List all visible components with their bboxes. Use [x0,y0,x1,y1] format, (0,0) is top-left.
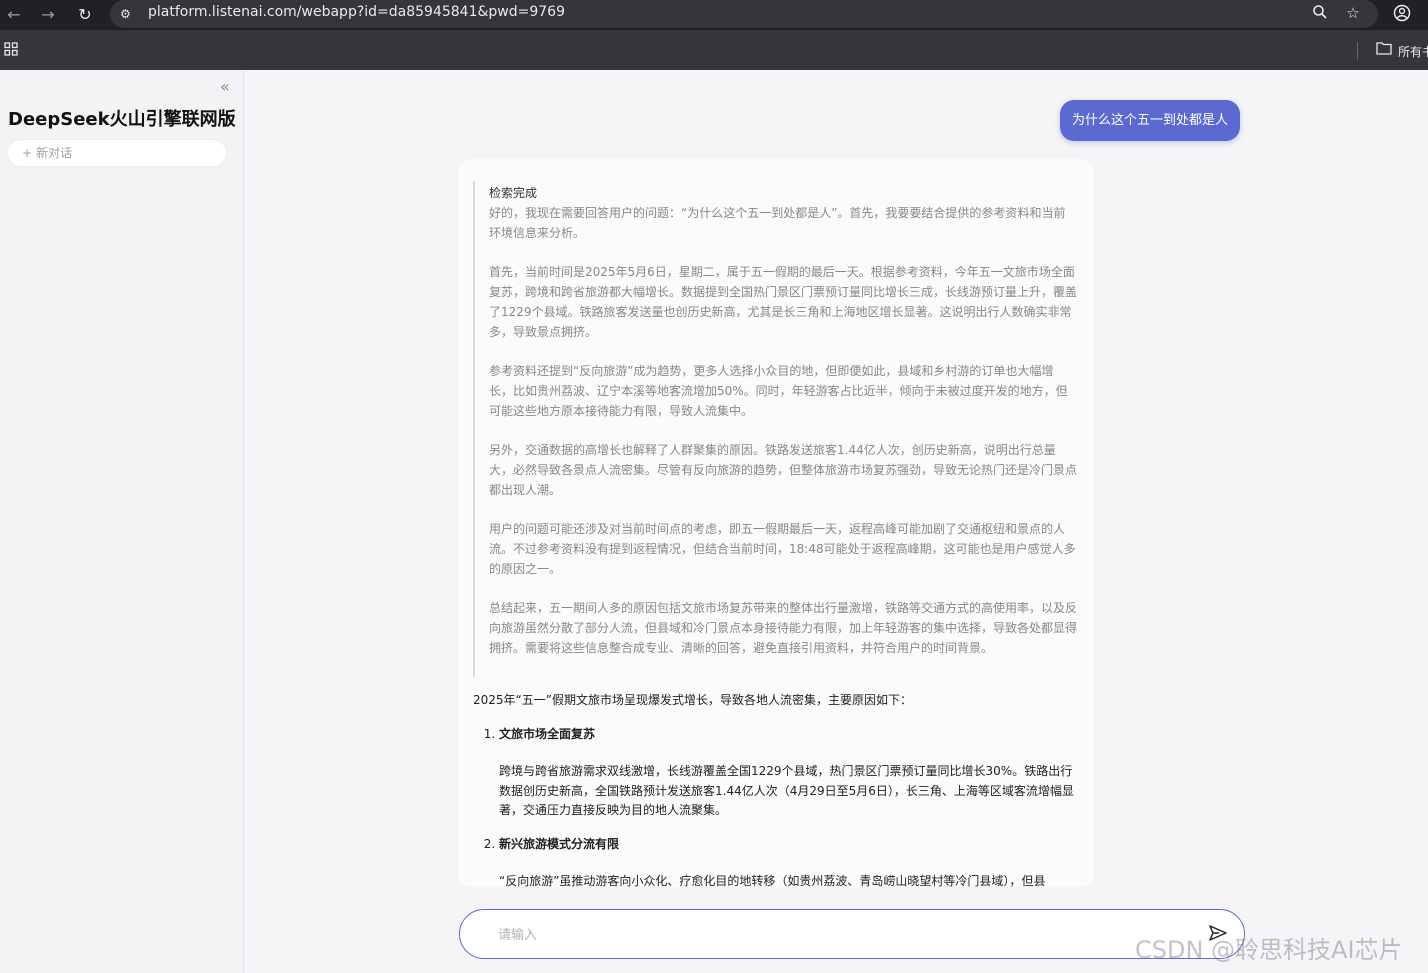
zoom-icon[interactable] [1310,4,1330,24]
thinking-paragraph: 总结起来，五一期间人多的原因包括文旅市场复苏带来的整体出行量激增，铁路等交通方式… [489,601,1078,655]
all-bookmarks-label[interactable]: 所有书 [1398,43,1428,60]
site-info-icon[interactable]: ⚙ [120,5,138,23]
answer-point: 新兴旅游模式分流有限 “反向旅游”虽推动游客向小众化、疗愈化目的地转移（如贵州荔… [499,835,1079,888]
answer-point: 文旅市场全面复苏 跨境与跨省旅游需求双线激增，长线游覆盖全国1229个县域，热门… [499,725,1079,821]
assistant-message-card: 检索完成 好的，我现在需要回答用户的问题：“为什么这个五一到处都是人”。首先，我… [459,159,1093,887]
thinking-paragraph: 用户的问题可能还涉及对当前时间点的考虑，即五一假期最后一天，返程高峰可能加剧了交… [489,522,1076,576]
collapse-sidebar-icon[interactable]: « [220,77,230,96]
answer-intro: 2025年“五一”假期文旅市场呈现爆发式增长，导致各地人流密集，主要原因如下： [473,693,912,707]
apps-grid-icon[interactable] [4,42,20,58]
browser-toolbar: ← → ↻ ⚙ platform.listenai.com/webapp?id=… [0,0,1428,30]
thinking-paragraph: 另外，交通数据的高增长也解释了人群聚集的原因。铁路发送旅客1.44亿人次，创历史… [489,443,1078,497]
profile-icon[interactable] [1392,4,1412,24]
answer-list: 文旅市场全面复苏 跨境与跨省旅游需求双线激增，长线游覆盖全国1229个县域，热门… [473,725,1079,888]
bookmarks-bar: 所有书 [0,30,1428,70]
url-text[interactable]: platform.listenai.com/webapp?id=da859458… [148,4,565,20]
folder-icon[interactable] [1376,41,1392,59]
thinking-paragraph: 参考资料还提到“反向旅游”成为趋势，更多人选择小众目的地，但即便如此，县域和乡村… [489,364,1068,418]
sidebar: « DeepSeek火山引擎联网版 + 新对话 [0,71,244,973]
new-chat-button[interactable]: + 新对话 [7,139,227,167]
chat-input[interactable] [496,922,1180,948]
answer-point-body: “反向旅游”虽推动游客向小众化、疗愈化目的地转移（如贵州荔波、青岛崂山晓望村等冷… [499,874,1046,887]
thinking-paragraph: 好的，我现在需要回答用户的问题：“为什么这个五一到处都是人”。首先，我要要结合提… [489,206,1066,240]
bookmarks-divider [1357,42,1358,60]
plus-icon: + [22,146,33,160]
user-message-bubble: 为什么这个五一到处都是人 [1060,100,1240,141]
thinking-paragraph: 首先，当前时间是2025年5月6日，星期二，属于五一假期的最后一天。根据参考资料… [489,265,1078,339]
bookmark-star-icon[interactable]: ☆ [1343,4,1363,22]
answer-point-heading: 文旅市场全面复苏 [499,726,596,741]
answer-body: 2025年“五一”假期文旅市场呈现爆发式增长，导致各地人流密集，主要原因如下： … [473,691,1079,887]
thinking-status: 检索完成 [489,186,538,200]
answer-point-heading: 新兴旅游模式分流有限 [499,836,620,851]
watermark: CSDN @聆思科技AI芯片 [1135,936,1403,964]
back-icon[interactable]: ← [2,3,26,27]
thinking-block: 检索完成 好的，我现在需要回答用户的问题：“为什么这个五一到处都是人”。首先，我… [473,181,1077,677]
app-title: DeepSeek火山引擎联网版 [8,109,236,130]
new-chat-label: 新对话 [36,146,73,160]
reload-icon[interactable]: ↻ [73,3,97,27]
chat-input-box [459,909,1245,959]
answer-point-body: 跨境与跨省旅游需求双线激增，长线游覆盖全国1229个县域，热门景区门票预订量同比… [499,764,1074,817]
forward-icon[interactable]: → [36,3,60,27]
chat-area: 为什么这个五一到处都是人 检索完成 好的，我现在需要回答用户的问题：“为什么这个… [244,71,1428,973]
address-bar[interactable]: ⚙ platform.listenai.com/webapp?id=da8594… [110,0,1378,28]
